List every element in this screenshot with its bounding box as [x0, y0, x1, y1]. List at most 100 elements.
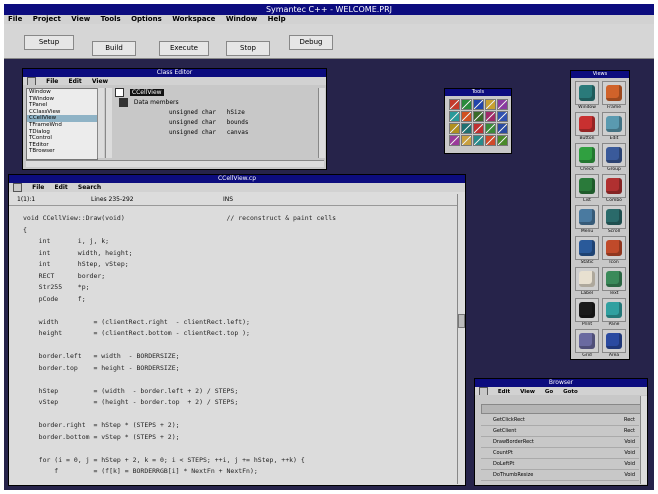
member-group-label[interactable]: Data members — [134, 99, 179, 106]
palette-window-icon[interactable] — [575, 81, 599, 105]
system-menu-icon[interactable] — [479, 387, 488, 395]
palette-label-icon[interactable] — [575, 267, 599, 291]
toolbox-tool-icon[interactable] — [485, 135, 496, 146]
editor-vscrollbar[interactable] — [457, 194, 465, 484]
menu-help[interactable]: Help — [268, 15, 286, 23]
class-list-item[interactable]: TDialog — [27, 129, 97, 136]
toolbox-tool-icon[interactable] — [449, 99, 460, 110]
browser-row[interactable]: CountPt Void — [481, 448, 639, 459]
palette-chess-icon[interactable] — [575, 298, 599, 322]
class-list-item-selected[interactable]: CCellView — [27, 115, 97, 122]
class-list-item[interactable]: TWindow — [27, 96, 97, 103]
class-list-item[interactable]: TPanel — [27, 102, 97, 109]
browser-row[interactable]: DoLeftPt Void — [481, 459, 639, 470]
member-tree-root[interactable]: CCellView — [129, 89, 164, 96]
class-editor-menu-edit[interactable]: Edit — [68, 78, 81, 85]
toolbox-tool-icon[interactable] — [485, 99, 496, 110]
browser-menu-view[interactable]: View — [520, 389, 535, 395]
class-editor-menu-file[interactable]: File — [46, 78, 58, 85]
stop-button[interactable]: Stop — [226, 41, 270, 56]
toolbox-tool-icon[interactable] — [473, 123, 484, 134]
palette-button-icon[interactable] — [575, 112, 599, 136]
browser-list[interactable]: GetClickRect Rect GetClient Rect DrawBorderR… — [481, 415, 639, 481]
toolbox-tool-icon[interactable] — [485, 123, 496, 134]
class-list-item[interactable]: TEditor — [27, 142, 97, 149]
class-list[interactable]: Window TWindow TPanel CClassView CCellVi… — [26, 88, 98, 160]
member-item[interactable]: unsigned char canvas — [115, 128, 315, 138]
palette-tools-icon[interactable] — [602, 236, 626, 260]
palette-title-bar[interactable]: Views — [571, 71, 629, 78]
code-area[interactable]: void CCellView::Draw(void) // reconstruc… — [23, 213, 455, 479]
palette-menu-icon[interactable] — [575, 205, 599, 229]
toolbox-tool-icon[interactable] — [497, 111, 508, 122]
editor-title-bar[interactable]: CCellView.cp — [9, 175, 465, 183]
toolbox-tool-icon[interactable] — [497, 123, 508, 134]
palette-area-icon[interactable] — [602, 329, 626, 353]
palette-check-icon[interactable] — [575, 143, 599, 167]
setup-button[interactable]: Setup — [24, 35, 74, 50]
menu-workspace[interactable]: Workspace — [172, 15, 215, 23]
toolbox-tool-icon[interactable] — [449, 111, 460, 122]
class-list-item[interactable]: TFrameWnd — [27, 122, 97, 129]
toolbox-tool-icon[interactable] — [461, 135, 472, 146]
toolbox-tool-icon[interactable] — [497, 99, 508, 110]
browser-row[interactable]: DrawBorderRect Void — [481, 437, 639, 448]
toolbox-tool-icon[interactable] — [449, 123, 460, 134]
menu-view[interactable]: View — [71, 15, 90, 23]
toolbox-tool-icon[interactable] — [449, 135, 460, 146]
palette-list-icon[interactable] — [575, 174, 599, 198]
toolbox-tool-icon[interactable] — [461, 111, 472, 122]
palette-static-icon[interactable] — [575, 236, 599, 260]
toolbox-tool-icon[interactable] — [473, 99, 484, 110]
palette-frame-icon[interactable] — [602, 81, 626, 105]
menu-tools[interactable]: Tools — [101, 15, 121, 23]
toolbox-tool-icon[interactable] — [497, 135, 508, 146]
system-menu-icon[interactable] — [13, 183, 22, 192]
editor-menu-search[interactable]: Search — [78, 184, 101, 191]
menu-file[interactable]: File — [8, 15, 22, 23]
palette-combo-icon[interactable] — [602, 174, 626, 198]
member-item[interactable]: unsigned char hSize — [115, 108, 315, 118]
toolbox-tool-icon[interactable] — [461, 123, 472, 134]
class-list-item[interactable]: Window — [27, 89, 97, 96]
menu-project[interactable]: Project — [33, 15, 61, 23]
member-tree-scrollbar[interactable] — [318, 88, 325, 158]
palette-pen-icon[interactable] — [602, 267, 626, 291]
editor-menu-edit[interactable]: Edit — [54, 184, 67, 191]
palette-bucket-icon[interactable] — [602, 298, 626, 322]
toolbox-title-bar[interactable]: Tools — [445, 89, 511, 96]
class-list-item[interactable]: CClassView — [27, 109, 97, 116]
execute-button[interactable]: Execute — [159, 41, 209, 56]
browser-row[interactable]: GetClickRect Rect — [481, 415, 639, 426]
browser-menu-edit[interactable]: Edit — [498, 389, 510, 395]
class-editor-hscrollbar[interactable] — [26, 160, 324, 167]
browser-title-bar[interactable]: Browser — [475, 379, 647, 387]
palette-scroll-icon[interactable] — [602, 205, 626, 229]
class-list-item[interactable]: TControl — [27, 135, 97, 142]
member-item[interactable]: unsigned char bounds — [115, 118, 315, 128]
toolbox-tool-icon[interactable] — [473, 135, 484, 146]
toolbox-tool-icon[interactable] — [473, 111, 484, 122]
class-list-scrollbar-2[interactable] — [105, 88, 112, 158]
menu-options[interactable]: Options — [131, 15, 162, 23]
editor-menu-file[interactable]: File — [32, 184, 44, 191]
scroll-thumb[interactable] — [458, 314, 465, 328]
debug-button[interactable]: Debug — [289, 35, 333, 50]
browser-row[interactable]: DoThumbResize Void — [481, 470, 639, 481]
toolbox-tool-icon[interactable] — [461, 99, 472, 110]
browser-row[interactable]: GetClient Rect — [481, 426, 639, 437]
app-title-bar[interactable]: Symantec C++ - WELCOME.PRJ — [4, 4, 654, 15]
build-button[interactable]: Build — [92, 41, 136, 56]
palette-group-icon[interactable] — [602, 143, 626, 167]
menu-window[interactable]: Window — [226, 15, 257, 23]
palette-edit-icon[interactable] — [602, 112, 626, 136]
browser-menu-go[interactable]: Go — [545, 389, 553, 395]
class-list-item[interactable]: TBrowser — [27, 148, 97, 155]
toolbox-tool-icon[interactable] — [485, 111, 496, 122]
class-editor-menu-view[interactable]: View — [92, 78, 108, 85]
browser-menu-goto[interactable]: Goto — [563, 389, 578, 395]
class-editor-title-bar[interactable]: Class Editor — [23, 69, 326, 77]
class-list-scrollbar[interactable] — [97, 88, 104, 158]
system-menu-icon[interactable] — [27, 77, 36, 85]
browser-scrollbar[interactable] — [640, 396, 647, 484]
